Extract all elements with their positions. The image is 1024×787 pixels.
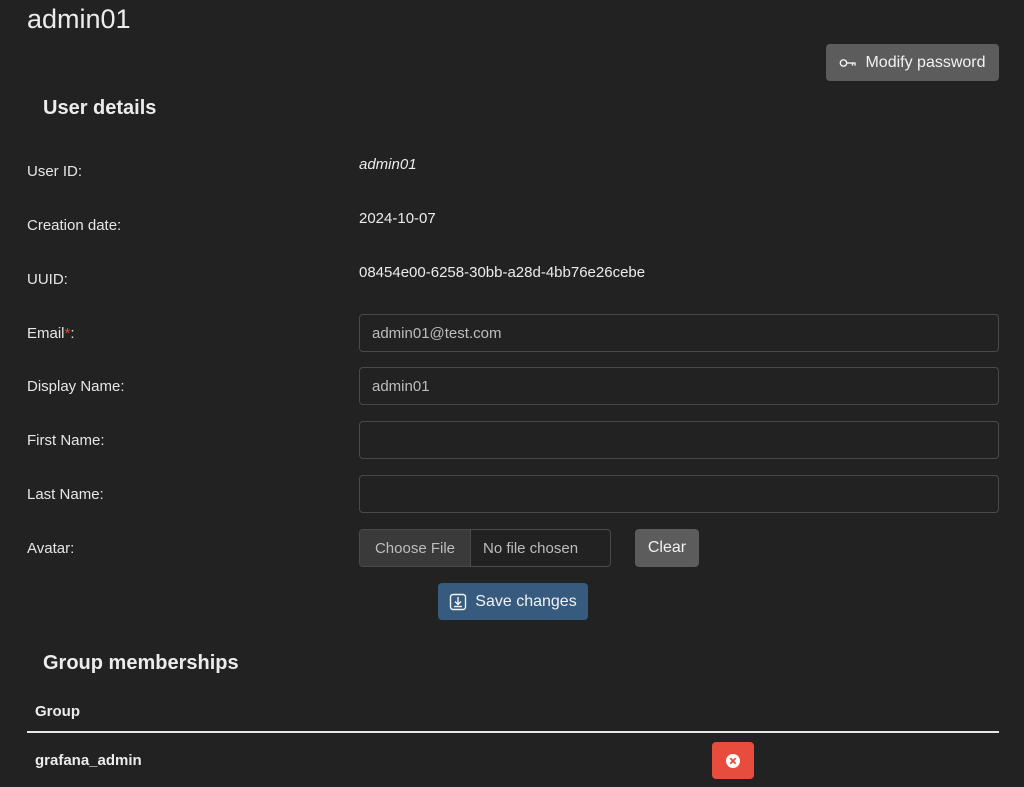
creation-date-label: Creation date: <box>27 217 122 234</box>
page-title: admin01 <box>27 4 131 34</box>
close-circle-icon <box>725 753 741 769</box>
last-name-label: Last Name: <box>27 486 104 503</box>
key-icon <box>839 57 857 69</box>
remove-group-button[interactable] <box>712 742 754 779</box>
uuid-value: 08454e00-6258-30bb-a28d-4bb76e26cebe <box>359 264 646 281</box>
user-id-value: admin01 <box>359 156 417 173</box>
clear-avatar-button[interactable]: Clear <box>635 529 699 567</box>
first-name-field[interactable] <box>359 421 999 459</box>
group-memberships-title: Group memberships <box>43 652 239 674</box>
table-header: Group <box>27 693 999 733</box>
table-row: grafana_admin <box>27 735 999 787</box>
first-name-label: First Name: <box>27 432 105 449</box>
choose-file-button[interactable]: Choose File <box>360 530 471 566</box>
email-label-suffix: : <box>70 325 75 342</box>
modify-password-button[interactable]: Modify password <box>826 44 999 81</box>
last-name-field[interactable] <box>359 475 999 513</box>
email-label-text: Email <box>27 325 65 342</box>
display-name-field[interactable] <box>359 367 999 405</box>
display-name-label: Display Name: <box>27 378 125 395</box>
uuid-label: UUID: <box>27 271 68 288</box>
user-page: admin01 Modify password User details Use… <box>0 0 1024 787</box>
email-field[interactable] <box>359 314 999 352</box>
download-box-icon <box>449 593 467 611</box>
column-header-group: Group <box>35 703 80 720</box>
group-name-cell: grafana_admin <box>35 752 142 769</box>
user-id-label: User ID: <box>27 163 83 180</box>
save-changes-button[interactable]: Save changes <box>438 583 588 620</box>
avatar-file-input[interactable]: Choose File No file chosen <box>359 529 611 567</box>
save-changes-label: Save changes <box>475 592 577 610</box>
creation-date-value: 2024-10-07 <box>359 210 436 227</box>
modify-password-label: Modify password <box>865 53 986 71</box>
avatar-label: Avatar: <box>27 540 75 557</box>
email-label: Email*: <box>27 325 75 342</box>
user-details-title: User details <box>43 97 157 119</box>
file-name-text: No file chosen <box>483 539 579 557</box>
